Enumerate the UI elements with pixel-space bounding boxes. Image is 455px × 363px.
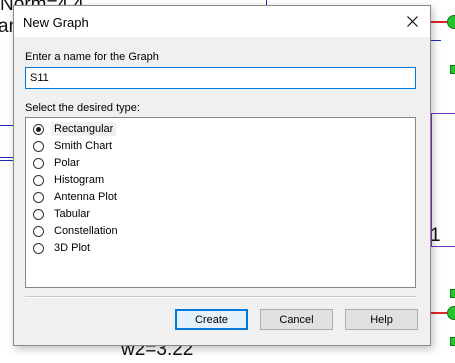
radio-unselected-icon[interactable] [33, 242, 44, 254]
graph-type-option-label: Antenna Plot [54, 191, 117, 203]
graph-type-option-rectangular[interactable]: Rectangular [33, 121, 117, 137]
graph-type-option-label: Smith Chart [54, 140, 113, 152]
graph-type-option-histogram[interactable]: Histogram [33, 172, 107, 188]
radio-unselected-icon[interactable] [33, 208, 44, 220]
dialog-title: New Graph [23, 15, 89, 30]
graph-type-option-label: Histogram [54, 174, 105, 186]
create-button[interactable]: Create [175, 309, 248, 330]
radio-unselected-icon[interactable] [33, 140, 44, 152]
close-icon [406, 16, 418, 27]
radio-selected-icon[interactable] [33, 123, 44, 135]
cancel-button[interactable]: Cancel [260, 309, 333, 330]
graph-name-input[interactable] [25, 67, 416, 89]
radio-unselected-icon[interactable] [33, 174, 44, 186]
radio-unselected-icon[interactable] [33, 157, 44, 169]
pin-icon [450, 65, 455, 74]
wire-segment [0, 125, 13, 126]
port-terminal-icon [447, 306, 455, 320]
wire-segment [431, 40, 441, 41]
wire-segment [0, 160, 13, 161]
graph-type-option-antenna-plot[interactable]: Antenna Plot [33, 189, 120, 205]
graph-type-option-tabular[interactable]: Tabular [33, 206, 93, 222]
graph-type-option-3d-plot[interactable]: 3D Plot [33, 240, 93, 256]
help-button[interactable]: Help [345, 309, 418, 330]
new-graph-dialog: New Graph Enter a name for the Graph Sel… [13, 5, 431, 346]
close-button[interactable] [394, 6, 430, 37]
graph-type-option-label: Polar [54, 157, 80, 169]
pin-icon [450, 289, 455, 298]
graph-type-option-label: Tabular [54, 208, 91, 220]
radio-unselected-icon[interactable] [33, 191, 44, 203]
graph-type-option-label: Rectangular [51, 122, 117, 136]
graph-name-label: Enter a name for the Graph [25, 51, 159, 63]
graph-type-option-smith-chart[interactable]: Smith Chart [33, 138, 115, 154]
graph-type-option-label: 3D Plot [54, 242, 91, 254]
component-outline [431, 113, 455, 247]
graph-type-list: Rectangular Smith Chart Polar Histogram … [25, 117, 416, 288]
port-terminal-icon [447, 15, 455, 29]
graph-type-option-polar[interactable]: Polar [33, 155, 83, 171]
graph-type-option-label: Constellation [54, 225, 118, 237]
pin-icon [450, 337, 455, 346]
graph-type-label: Select the desired type: [25, 102, 140, 114]
divider [25, 296, 416, 298]
graph-type-option-constellation[interactable]: Constellation [33, 223, 121, 239]
dialog-titlebar[interactable]: New Graph [14, 6, 430, 37]
wire-segment [0, 157, 13, 158]
radio-unselected-icon[interactable] [33, 225, 44, 237]
